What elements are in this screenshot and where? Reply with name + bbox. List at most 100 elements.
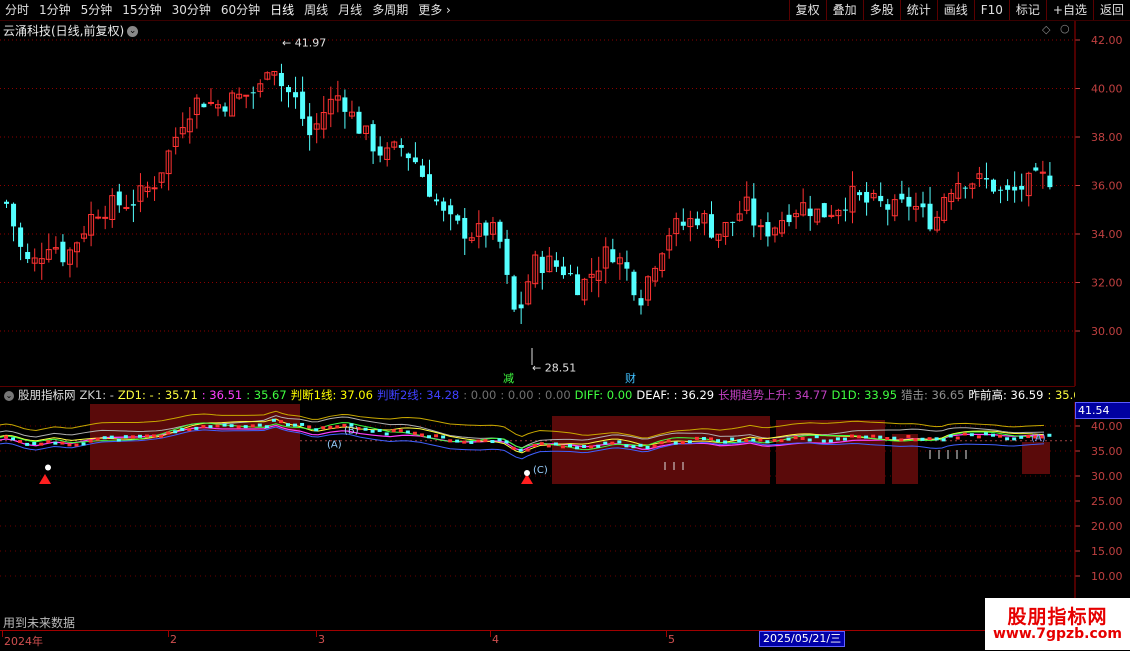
- candle-body: [398, 145, 404, 148]
- ind-candle: [821, 439, 826, 443]
- ind-candle: [222, 423, 227, 427]
- ind-candle: [991, 433, 995, 437]
- ind-candle: [631, 445, 636, 449]
- toolbar-button-4[interactable]: 画线: [936, 0, 974, 20]
- indicator-name[interactable]: 股朋指标网: [18, 388, 76, 402]
- candle-body: [864, 191, 870, 203]
- toolbar-button-3[interactable]: 统计: [899, 0, 937, 20]
- candle-body: [610, 249, 616, 263]
- price-axis-label: 30.00: [1091, 325, 1123, 338]
- ind-candle: [871, 434, 876, 438]
- ind-candle: [166, 431, 171, 435]
- ind-candle: [716, 439, 721, 443]
- toolbar-button-5[interactable]: F10: [973, 0, 1009, 20]
- ind-candle: [18, 440, 23, 444]
- candlestick-chart[interactable]: 42.00 40.00 38.00 36.00 34.00 32.00 30.00 ← 41.…: [0, 21, 1130, 386]
- ind-candle: [60, 441, 65, 445]
- ind-candle: [412, 431, 417, 435]
- event-marker-right: 财: [625, 371, 636, 385]
- ind-candle: [384, 432, 389, 436]
- candle-body: [11, 203, 17, 227]
- toolbar-button-8[interactable]: 返回: [1092, 0, 1130, 20]
- candle-body: [377, 146, 383, 156]
- ind-axis-label: 20.00: [1091, 520, 1123, 533]
- ind-candle: [983, 432, 988, 436]
- watermark-url: www.7gpzb.com: [992, 626, 1122, 642]
- price-axis-label: 36.00: [1091, 180, 1123, 193]
- ind-candle: [511, 446, 516, 450]
- chevron-down-icon[interactable]: ⌄: [4, 390, 14, 401]
- candle-body: [130, 204, 136, 206]
- ind-candle: [1005, 437, 1010, 441]
- candle-body: [983, 178, 989, 180]
- ind-candle: [363, 427, 368, 431]
- candle-body: [694, 218, 700, 226]
- toolbar-button-7[interactable]: +自选: [1045, 0, 1093, 20]
- indicator-value-6: : 0.00: [463, 388, 497, 402]
- candle-body: [419, 165, 425, 177]
- candle-body: [243, 94, 250, 97]
- ind-candle: [25, 442, 30, 446]
- period-tab-8[interactable]: 月线: [333, 0, 367, 20]
- ind-candle: [694, 436, 699, 440]
- ind-candle: [800, 436, 805, 440]
- candle-body: [60, 241, 66, 263]
- ind-candle: [145, 434, 149, 438]
- period-tab-0[interactable]: 分时: [0, 0, 34, 20]
- period-tab-5[interactable]: 60分钟: [216, 0, 265, 20]
- date-tick-mark: [2, 631, 3, 637]
- ind-candle: [4, 435, 8, 439]
- candle-body: [962, 187, 968, 189]
- ind-candle: [864, 435, 869, 439]
- candle-body: [462, 217, 468, 239]
- ind-axis-label: 25.00: [1091, 495, 1123, 508]
- period-tab-4[interactable]: 30分钟: [167, 0, 216, 20]
- period-tab-3[interactable]: 15分钟: [117, 0, 166, 20]
- ind-candle: [419, 433, 424, 437]
- candle-body: [427, 174, 432, 197]
- period-tab-6[interactable]: 日线: [265, 0, 299, 20]
- ind-candle: [391, 429, 396, 433]
- candle-body: [18, 227, 24, 247]
- candle-body: [518, 304, 524, 309]
- indicator-value-12: D1D: 33.95: [831, 388, 898, 402]
- ind-candle: [293, 423, 298, 427]
- ind-candle: [95, 437, 100, 441]
- ind-candle: [701, 437, 706, 441]
- ind-candle: [88, 439, 93, 443]
- ind-candle: [194, 426, 199, 430]
- period-tab-10[interactable]: 更多 ›: [413, 0, 456, 20]
- candle-body: [680, 221, 686, 226]
- toolbar-button-0[interactable]: 复权: [788, 0, 826, 20]
- indicator-chart[interactable]: 40.0035.0030.0025.0020.0015.0010.00(B)(A…: [0, 402, 1130, 630]
- date-tick-mark: [168, 631, 169, 637]
- toolbar-button-6[interactable]: 标记: [1008, 0, 1046, 20]
- period-tab-2[interactable]: 5分钟: [76, 0, 118, 20]
- indicator-value-14: 昨前高: 36.59: [968, 388, 1044, 402]
- candle-body: [765, 222, 771, 237]
- period-tab-7[interactable]: 周线: [299, 0, 333, 20]
- ind-candle: [878, 435, 883, 439]
- candle-body: [370, 124, 376, 152]
- ind-candle: [680, 441, 685, 445]
- candle-body: [95, 216, 102, 219]
- ind-candle: [321, 426, 326, 430]
- period-tab-1[interactable]: 1分钟: [34, 0, 76, 20]
- toolbar-button-1[interactable]: 叠加: [825, 0, 863, 20]
- ind-candle: [201, 424, 206, 428]
- ind-candle: [307, 425, 312, 429]
- ind-candle: [278, 420, 283, 424]
- candle-body: [434, 199, 440, 202]
- period-tab-9[interactable]: 多周期: [367, 0, 413, 20]
- ind-candle: [286, 423, 290, 427]
- ind-candle: [81, 442, 86, 446]
- toolbar-button-2[interactable]: 多股: [862, 0, 900, 20]
- ind-candle: [335, 425, 340, 429]
- ind-candle: [257, 423, 262, 427]
- ind-candle: [504, 440, 509, 444]
- ind-candle: [885, 436, 890, 440]
- ind-candle: [271, 418, 276, 422]
- ind-candle: [617, 440, 622, 444]
- ind-candle: [455, 439, 460, 443]
- ind-zone-block: [776, 420, 885, 484]
